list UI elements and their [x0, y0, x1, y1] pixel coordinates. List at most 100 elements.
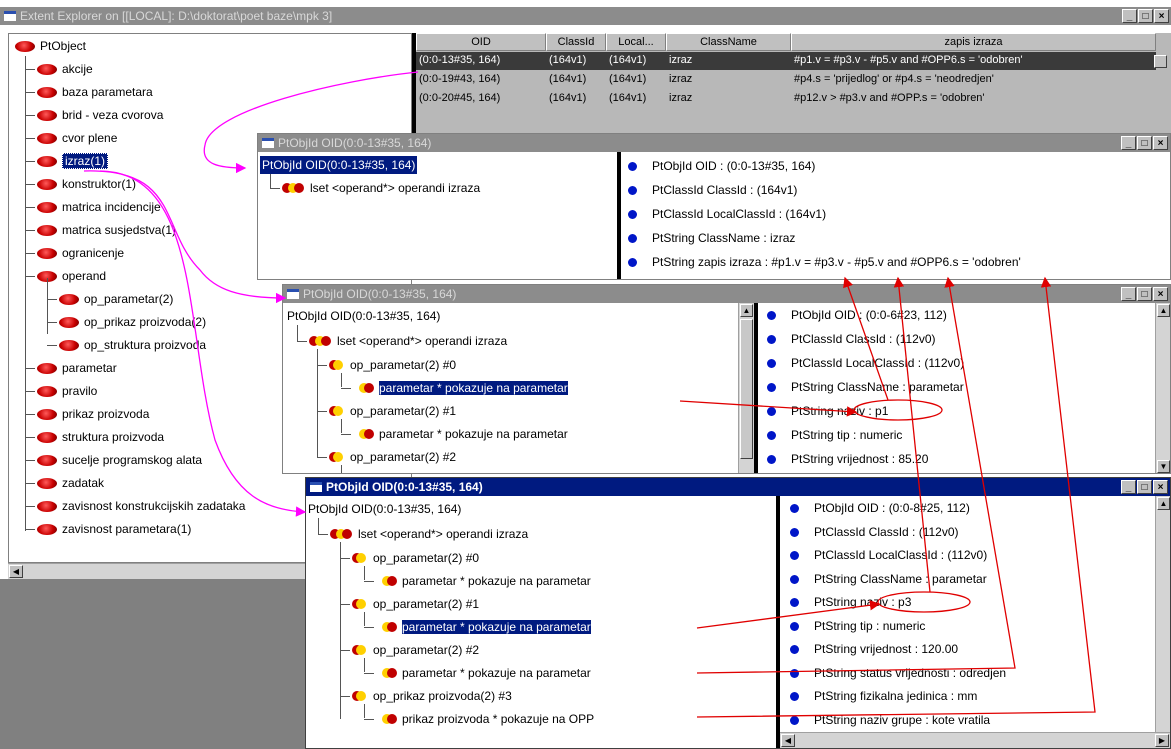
property-line[interactable]: PtClassId LocalClassId : (112v0): [791, 355, 964, 371]
tree-item[interactable]: op_parametar(2): [59, 289, 173, 309]
operand-node[interactable]: op_parametar(2) #0: [352, 548, 479, 568]
property-line[interactable]: PtClassId LocalClassId : (164v1): [652, 206, 826, 222]
window3-props-hscrollbar[interactable]: ◀ ▶: [780, 732, 1170, 748]
tree-item[interactable]: baza parametara: [37, 82, 153, 102]
tree-item[interactable]: struktura proizvoda: [37, 427, 164, 447]
property-line[interactable]: PtString naziv grupe : kote vratila: [814, 712, 990, 728]
window3-titlebar[interactable]: PtObjId OID(0:0-13#35, 164) _ □ ×: [306, 478, 1170, 496]
property-line[interactable]: PtObjId OID : (0:0-13#35, 164): [652, 158, 815, 174]
property-line[interactable]: PtString tip : numeric: [814, 618, 925, 634]
grid-column-header[interactable]: ClassId: [546, 33, 606, 51]
tree-item[interactable]: matrica susjedstva(1): [37, 220, 176, 240]
close-button[interactable]: ×: [1153, 480, 1168, 494]
reference-node[interactable]: prikaz proizvoda * pokazuje na OPP: [376, 709, 594, 729]
property-line[interactable]: PtString vrijednost : 120.00: [814, 641, 958, 657]
maximize-button[interactable]: □: [1137, 287, 1152, 301]
maximize-button[interactable]: □: [1137, 136, 1152, 150]
grid-column-header[interactable]: ClassName: [666, 33, 791, 51]
property-line[interactable]: PtString fizikalna jedinica : mm: [814, 688, 977, 704]
tree-item[interactable]: sucelje programskog alata: [37, 450, 202, 470]
tree-item[interactable]: konstruktor(1): [37, 174, 136, 194]
scroll-left-button[interactable]: ◀: [9, 565, 23, 578]
property-line[interactable]: PtString naziv : p3: [814, 594, 911, 610]
property-line[interactable]: PtString ClassName : parametar: [791, 379, 964, 395]
lset-node[interactable]: lset <operand*> operandi izraza: [330, 524, 528, 544]
property-line[interactable]: PtClassId LocalClassId : (112v0): [814, 547, 987, 563]
scroll-left-button[interactable]: ◀: [781, 734, 795, 747]
tree-root-selected[interactable]: PtObjId OID(0:0-13#35, 164): [260, 156, 418, 174]
scroll-up-button[interactable]: ▲: [1157, 304, 1170, 317]
property-line[interactable]: PtClassId ClassId : (112v0): [814, 524, 959, 540]
property-line[interactable]: PtString naziv : p1: [791, 403, 888, 419]
property-line[interactable]: PtString vrijednost : 85.20: [791, 451, 928, 467]
window1-titlebar[interactable]: PtObjId OID(0:0-13#35, 164) _ □ ×: [258, 134, 1170, 152]
minimize-button[interactable]: _: [1121, 136, 1136, 150]
property-line[interactable]: PtString ClassName : izraz: [652, 230, 795, 246]
reference-node[interactable]: parametar * pokazuje na parametar: [376, 571, 591, 591]
maximize-button[interactable]: □: [1137, 480, 1152, 494]
lset-node[interactable]: lset <operand*> operandi izraza: [282, 178, 480, 198]
scroll-up-button[interactable]: ▲: [1157, 497, 1170, 510]
reference-node[interactable]: parametar * pokazuje na parametar: [376, 663, 591, 683]
scroll-down-button[interactable]: ▼: [1157, 460, 1170, 473]
tree-item[interactable]: zadatak: [37, 473, 104, 493]
tree-item[interactable]: zavisnost konstrukcijskih zadataka: [37, 496, 245, 516]
minimize-button[interactable]: _: [1121, 480, 1136, 494]
operand-node[interactable]: op_parametar(2) #2: [329, 447, 456, 467]
scroll-thumb[interactable]: [740, 319, 753, 459]
tree-root[interactable]: PtObjId OID(0:0-13#35, 164): [308, 500, 461, 518]
window2-titlebar[interactable]: PtObjId OID(0:0-13#35, 164) _ □ ×: [283, 285, 1170, 303]
tree-item[interactable]: zavisnost parametara(1): [37, 519, 191, 539]
maximize-button[interactable]: □: [1138, 9, 1153, 23]
property-line[interactable]: PtString ClassName : parametar: [814, 571, 987, 587]
grid-scroll-button[interactable]: [1154, 55, 1167, 68]
property-line[interactable]: PtClassId ClassId : (112v0): [791, 331, 936, 347]
tree-item[interactable]: op_prikaz proizvoda(2): [59, 312, 206, 332]
tree-item[interactable]: akcije: [37, 59, 93, 79]
reference-node[interactable]: parametar * pokazuje na parametar: [353, 378, 568, 398]
tree-item[interactable]: prikaz proizvoda: [37, 404, 149, 424]
grid-row[interactable]: (0:0-19#43, 164) (164v1) (164v1) izraz #p4.s…: [416, 71, 1156, 89]
close-button[interactable]: ×: [1153, 287, 1168, 301]
tree-item[interactable]: brid - veza cvorova: [37, 105, 163, 125]
tree-item-label: izraz(1): [62, 153, 109, 169]
grid-column-header[interactable]: zapis izraza: [791, 33, 1156, 51]
property-line[interactable]: PtString tip : numeric: [791, 427, 902, 443]
tree-item[interactable]: pravilo: [37, 381, 97, 401]
minimize-button[interactable]: _: [1122, 9, 1137, 23]
tree-item[interactable]: matrica incidencije: [37, 197, 161, 217]
tree-item[interactable]: ogranicenje: [37, 243, 124, 263]
scroll-right-button[interactable]: ▶: [1155, 734, 1169, 747]
tree-root[interactable]: PtObjId OID(0:0-13#35, 164): [287, 307, 440, 325]
close-button[interactable]: ×: [1154, 9, 1169, 23]
operand-node[interactable]: op_parametar(2) #2: [352, 640, 479, 660]
tree-item[interactable]: cvor plene: [37, 128, 117, 148]
property-line[interactable]: PtObjId OID : (0:0-6#23, 112): [791, 307, 947, 323]
explorer-titlebar[interactable]: Extent Explorer on [[LOCAL]: D:\doktorat…: [0, 7, 1171, 25]
property-line[interactable]: PtClassId ClassId : (164v1): [652, 182, 797, 198]
grid-column-header[interactable]: Local...: [606, 33, 666, 51]
operand-node[interactable]: op_parametar(2) #1: [352, 594, 479, 614]
grid-row[interactable]: (0:0-20#45, 164) (164v1) (164v1) izraz #p12.…: [416, 90, 1156, 108]
minimize-button[interactable]: _: [1121, 287, 1136, 301]
tree-item[interactable]: parametar: [37, 358, 117, 378]
window2-props-vscrollbar[interactable]: ▲ ▼: [1155, 303, 1170, 473]
operand-node[interactable]: op_prikaz proizvoda(2) #3: [352, 686, 512, 706]
operand-node[interactable]: op_parametar(2) #1: [329, 401, 456, 421]
tree-item[interactable]: izraz(1): [37, 151, 109, 171]
lset-node[interactable]: lset <operand*> operandi izraza: [309, 331, 507, 351]
property-line[interactable]: PtString zapis izraza : #p1.v = #p3.v - …: [652, 254, 1021, 270]
window2-tree-vscrollbar[interactable]: ▲: [738, 303, 754, 473]
tree-item[interactable]: op_struktura proizvoda: [59, 335, 206, 355]
reference-node[interactable]: parametar * pokazuje na parametar: [353, 424, 568, 444]
scroll-up-button[interactable]: ▲: [740, 304, 753, 317]
operand-node[interactable]: op_parametar(2) #0: [329, 355, 456, 375]
grid-row[interactable]: (0:0-13#35, 164) (164v1) (164v1) izraz #p1.v…: [416, 52, 1156, 70]
grid-column-header[interactable]: OID: [416, 33, 546, 51]
window3-props-vscrollbar[interactable]: ▲: [1155, 496, 1170, 732]
reference-node[interactable]: parametar * pokazuje na parametar: [376, 617, 591, 637]
property-line[interactable]: PtObjId OID : (0:0-8#25, 112): [814, 500, 970, 516]
close-button[interactable]: ×: [1153, 136, 1168, 150]
tree-item[interactable]: PtObject: [15, 36, 86, 56]
property-line[interactable]: PtString status vrijednosti : odredjen: [814, 665, 1006, 681]
